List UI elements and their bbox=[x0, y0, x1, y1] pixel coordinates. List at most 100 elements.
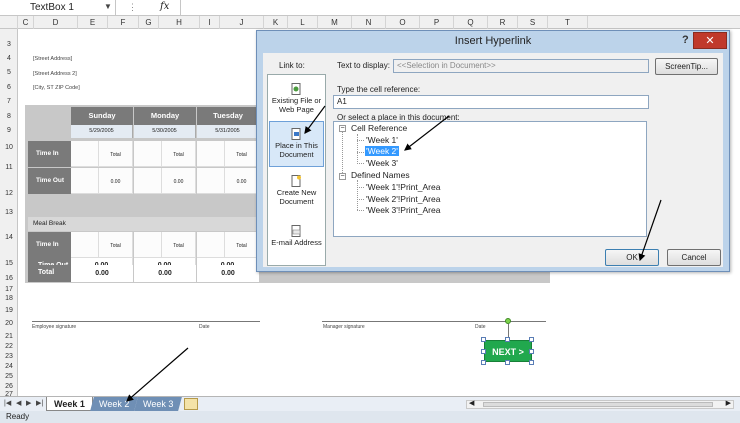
tree-sheet-week-2[interactable]: 'Week 2' bbox=[365, 146, 399, 156]
row-header[interactable]: 12 bbox=[0, 190, 18, 197]
column-header[interactable]: I bbox=[200, 16, 220, 29]
resize-handle[interactable] bbox=[505, 360, 510, 365]
column-header[interactable]: K bbox=[264, 16, 288, 29]
next-button[interactable]: NEXT > bbox=[484, 340, 532, 362]
row-header[interactable]: 22 bbox=[0, 343, 18, 350]
time-cell[interactable] bbox=[197, 168, 225, 194]
column-header[interactable]: M bbox=[318, 16, 352, 29]
column-header[interactable]: R bbox=[488, 16, 518, 29]
prev-sheet-icon[interactable]: ◀ bbox=[16, 399, 21, 407]
row-header[interactable]: 15 bbox=[0, 260, 18, 267]
row-header[interactable]: 5 bbox=[0, 69, 18, 76]
tree-name-week-1[interactable]: 'Week 1'!Print_Area bbox=[366, 182, 440, 192]
tree-sheet-week-3[interactable]: 'Week 3' bbox=[366, 158, 398, 168]
column-header[interactable]: P bbox=[420, 16, 454, 29]
row-header[interactable]: 8 bbox=[0, 113, 18, 120]
row-header[interactable]: 26 bbox=[0, 383, 18, 390]
column-header[interactable]: L bbox=[288, 16, 318, 29]
row-header[interactable]: 4 bbox=[0, 55, 18, 62]
row-header[interactable]: 11 bbox=[0, 164, 18, 171]
time-cell[interactable] bbox=[197, 232, 225, 258]
row-header[interactable]: 20 bbox=[0, 320, 18, 327]
tab-week-1[interactable]: Week 1 bbox=[46, 397, 93, 411]
column-header[interactable]: E bbox=[78, 16, 108, 29]
column-header[interactable]: O bbox=[386, 16, 420, 29]
collapse-icon[interactable]: − bbox=[339, 125, 346, 132]
row-header[interactable]: 14 bbox=[0, 234, 18, 241]
scroll-left-icon[interactable]: ◀ bbox=[469, 399, 474, 407]
link-place-in-document[interactable]: Place in This Document bbox=[269, 121, 324, 167]
first-sheet-icon[interactable]: |◀ bbox=[4, 399, 11, 407]
tree-name-week-3[interactable]: 'Week 3'!Print_Area bbox=[366, 205, 440, 215]
resize-handle[interactable] bbox=[505, 337, 510, 342]
row-header[interactable]: 17 bbox=[0, 286, 18, 293]
row-header[interactable]: 23 bbox=[0, 353, 18, 360]
row-header[interactable]: 24 bbox=[0, 363, 18, 370]
tree-sheet-week-1[interactable]: 'Week 1' bbox=[366, 135, 398, 145]
row-header[interactable]: 21 bbox=[0, 333, 18, 340]
scroll-right-icon[interactable]: ▶ bbox=[726, 399, 731, 407]
column-header[interactable]: J bbox=[220, 16, 264, 29]
row-header[interactable]: 9 bbox=[0, 127, 18, 134]
chevron-down-icon[interactable]: ▼ bbox=[104, 2, 112, 11]
row-header[interactable]: 19 bbox=[0, 307, 18, 314]
column-header[interactable]: H bbox=[159, 16, 200, 29]
row-header[interactable]: 3 bbox=[0, 41, 18, 48]
row-header[interactable]: 16 bbox=[0, 275, 18, 282]
column-header-c[interactable]: C bbox=[18, 16, 34, 29]
resize-handle[interactable] bbox=[529, 360, 534, 365]
tree-cell-reference[interactable]: Cell Reference bbox=[351, 123, 407, 133]
ok-button[interactable]: OK bbox=[605, 249, 659, 266]
text-to-display-field[interactable]: <<Selection in Document>> bbox=[393, 59, 649, 73]
resize-handle[interactable] bbox=[481, 337, 486, 342]
row-header[interactable]: 18 bbox=[0, 295, 18, 302]
tree-defined-names[interactable]: Defined Names bbox=[351, 170, 410, 180]
total-cell: Total bbox=[225, 141, 259, 167]
column-header[interactable]: S bbox=[518, 16, 548, 29]
horizontal-scrollbar[interactable]: ◀ ▶ bbox=[466, 400, 734, 409]
row-header[interactable]: 6 bbox=[0, 84, 18, 91]
resize-handle[interactable] bbox=[481, 360, 486, 365]
row-header[interactable]: 10 bbox=[0, 144, 18, 151]
link-create-new-document[interactable]: Create New Document bbox=[269, 175, 324, 206]
column-header[interactable]: T bbox=[548, 16, 588, 29]
formula-input[interactable] bbox=[180, 0, 181, 16]
row-header[interactable]: 7 bbox=[0, 98, 18, 105]
insert-sheet-icon[interactable] bbox=[184, 398, 198, 410]
close-button[interactable]: ✕ bbox=[693, 32, 727, 49]
time-cell[interactable] bbox=[134, 168, 162, 194]
column-header[interactable]: F bbox=[108, 16, 139, 29]
cancel-button[interactable]: Cancel bbox=[667, 249, 721, 266]
tree-name-week-2[interactable]: 'Week 2'!Print_Area bbox=[366, 194, 440, 204]
place-tree[interactable]: − Cell Reference 'Week 1' 'Week 2' 'Week… bbox=[333, 121, 647, 237]
last-sheet-icon[interactable]: ▶| bbox=[36, 399, 43, 407]
column-header[interactable]: G bbox=[139, 16, 159, 29]
select-all-corner[interactable] bbox=[0, 16, 18, 29]
screentip-button[interactable]: ScreenTip... bbox=[655, 58, 718, 75]
column-header[interactable]: N bbox=[352, 16, 386, 29]
time-cell[interactable] bbox=[134, 141, 162, 167]
link-email-address[interactable]: E-mail Address bbox=[269, 225, 324, 247]
column-header[interactable]: D bbox=[34, 16, 78, 29]
collapse-icon[interactable]: − bbox=[339, 173, 346, 180]
time-cell[interactable] bbox=[134, 232, 162, 258]
link-existing-file[interactable]: Existing File or Web Page bbox=[269, 83, 324, 114]
resize-handle[interactable] bbox=[529, 349, 534, 354]
function-icon[interactable]: fx bbox=[160, 1, 169, 12]
tab-week-3[interactable]: Week 3 bbox=[134, 397, 183, 411]
column-header[interactable]: Q bbox=[454, 16, 488, 29]
row-header[interactable]: 25 bbox=[0, 373, 18, 380]
next-sheet-icon[interactable]: ▶ bbox=[26, 399, 31, 407]
time-cell[interactable] bbox=[71, 232, 99, 258]
cell-reference-input[interactable]: A1 bbox=[333, 95, 649, 109]
row-header[interactable]: 13 bbox=[0, 209, 18, 216]
name-box[interactable]: TextBox 1 ▼ bbox=[0, 0, 116, 16]
resize-handle[interactable] bbox=[529, 337, 534, 342]
time-cell[interactable] bbox=[197, 141, 225, 167]
time-cell[interactable] bbox=[71, 141, 99, 167]
time-cell[interactable] bbox=[71, 168, 99, 194]
tab-week-2[interactable]: Week 2 bbox=[90, 397, 139, 411]
resize-handle[interactable] bbox=[481, 349, 486, 354]
help-icon[interactable]: ? bbox=[682, 34, 689, 46]
scroll-thumb[interactable] bbox=[483, 402, 713, 407]
